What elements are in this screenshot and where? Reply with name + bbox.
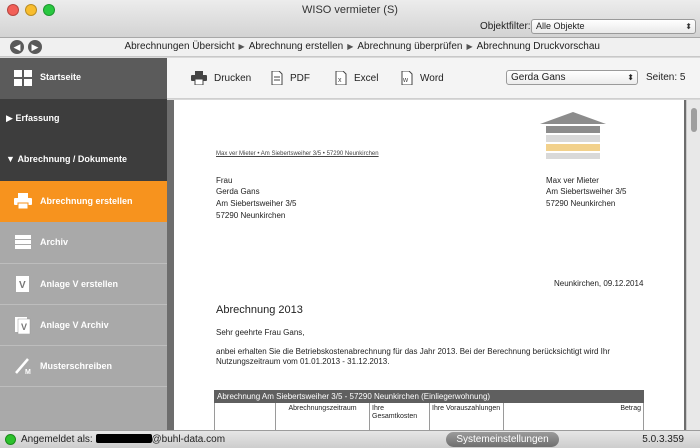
- billing-table: Abrechnung Am Siebertsweiher 3/5 - 57290…: [214, 390, 644, 430]
- recipient-select[interactable]: Gerda Gans ⬍: [506, 70, 638, 85]
- sidebar-item-label: Archiv: [40, 237, 69, 247]
- printer-icon: [191, 71, 207, 85]
- object-filter-label: Objektfilter:: [480, 21, 531, 32]
- table-column-header: Ihre Vorauszahlungen: [429, 403, 503, 430]
- breadcrumb-separator-icon: ▶: [347, 42, 354, 51]
- online-status-icon: [5, 434, 16, 445]
- excel-button[interactable]: x Excel: [335, 71, 378, 85]
- breadcrumb: Abrechnungen Übersicht ▶ Abrechnung erstel…: [124, 41, 600, 52]
- window-title: WISO vermieter (S): [302, 4, 398, 16]
- table-column-header: Betrag: [503, 403, 643, 430]
- form-archive-icon: V: [15, 317, 31, 334]
- recipient-line: 57290 Neunkirchen: [216, 211, 286, 220]
- object-filter-select[interactable]: Alle Objekte ⬍: [531, 19, 696, 34]
- recipient-line: Gerda Gans: [216, 187, 260, 196]
- breadcrumb-item[interactable]: Abrechnungen Übersicht: [124, 41, 234, 52]
- document-page: Max ver Mieter • Am Siebertsweiher 3/5 •…: [174, 100, 684, 430]
- sidebar-item-label: Anlage V Archiv: [40, 320, 109, 330]
- recipient-select-value: Gerda Gans: [511, 72, 566, 83]
- table-title: Abrechnung Am Siebertsweiher 3/5 - 57290…: [214, 390, 644, 403]
- object-filter-value: Alle Objekte: [536, 21, 585, 31]
- print-button-label: Drucken: [214, 72, 252, 84]
- forward-button[interactable]: ▶: [28, 40, 42, 54]
- salutation: Sehr geehrte Frau Gans,: [216, 328, 305, 337]
- body-text: Nutzungszeitraum vom 01.01.2013 - 31.12.…: [216, 357, 390, 366]
- sidebar-section-label: Abrechnung / Dokumente: [17, 154, 127, 164]
- breadcrumb-separator-icon: ▶: [466, 42, 473, 51]
- breadcrumb-item[interactable]: Abrechnung Druckvorschau: [477, 41, 600, 52]
- triangle-right-icon: ▶: [6, 113, 13, 123]
- table-header-row: Abrechnungszeitraum Ihre Gesamtkosten Ih…: [214, 403, 644, 430]
- svg-text:V: V: [21, 322, 27, 332]
- sidebar-item-anlage-v-erstellen[interactable]: V Anlage V erstellen: [0, 263, 167, 304]
- sidebar-section-abrechnung[interactable]: ▼ Abrechnung / Dokumente: [6, 154, 127, 164]
- printer-icon: [14, 193, 32, 210]
- sidebar-section-erfassung[interactable]: ▶ Erfassung: [6, 113, 59, 124]
- scrollbar-thumb[interactable]: [691, 108, 697, 132]
- sidebar-section-label: Erfassung: [15, 113, 60, 123]
- document-excel-icon: x: [335, 71, 347, 85]
- page-count-label: Seiten: 5: [646, 72, 686, 83]
- document-preview[interactable]: Max ver Mieter • Am Siebertsweiher 3/5 •…: [167, 100, 700, 430]
- pdf-button[interactable]: PDF: [271, 71, 310, 85]
- sidebar-item-startseite[interactable]: Startseite: [0, 58, 167, 99]
- document-word-icon: w: [401, 71, 413, 85]
- sidebar-divider: [0, 386, 167, 387]
- svg-text:x: x: [338, 77, 342, 84]
- dropdown-arrows-icon: ⬍: [685, 22, 692, 31]
- breadcrumb-bar: ◀ ▶ Abrechnungen Übersicht ▶ Abrechnung er…: [0, 38, 700, 57]
- sidebar-item-label: Startseite: [40, 72, 82, 82]
- back-button[interactable]: ◀: [10, 40, 24, 54]
- redacted-email-block: [95, 434, 152, 443]
- pen-icon: M: [15, 358, 31, 375]
- table-column-header: Ihre Gesamtkosten: [369, 403, 429, 430]
- login-email-suffix: @buhl-data.com: [151, 434, 226, 445]
- document-pdf-icon: [271, 71, 283, 85]
- sidebar-item-label: Anlage V erstellen: [40, 279, 119, 289]
- sidebar-item-abrechnung-erstellen[interactable]: Abrechnung erstellen: [0, 181, 167, 222]
- triangle-down-icon: ▼: [6, 154, 15, 164]
- sidebar-item-label: Abrechnung erstellen: [40, 196, 133, 206]
- version-label: 5.0.3.359: [642, 434, 684, 445]
- recipient-line: Frau: [216, 176, 233, 185]
- login-status: Angemeldet als: @buhl-data.com: [21, 434, 225, 445]
- toolbar: Drucken PDF x Excel w Word Gerda Gans ⬍ …: [167, 58, 700, 99]
- sender-return-line: Max ver Mieter • Am Siebertsweiher 3/5 •…: [216, 151, 379, 157]
- body-text: anbei erhalten Sie die Betriebskostenabr…: [216, 347, 611, 356]
- form-icon: V: [16, 276, 29, 292]
- table-column-header: Abrechnungszeitraum: [275, 403, 369, 430]
- vertical-scrollbar[interactable]: [686, 100, 700, 430]
- recipient-line: Am Siebertsweiher 3/5: [216, 199, 297, 208]
- document-date: Neunkirchen, 09.12.2014: [554, 279, 644, 288]
- sender-line: Am Siebertsweiher 3/5: [546, 187, 627, 196]
- svg-text:V: V: [19, 280, 26, 291]
- house-logo-icon: [540, 112, 606, 159]
- sender-line: 57290 Neunkirchen: [546, 199, 616, 208]
- document-title: Abrechnung 2013: [216, 304, 303, 316]
- status-bar: Angemeldet als: @buhl-data.com Systemein…: [0, 430, 700, 448]
- sidebar: Startseite ▶ Erfassung ▼ Abrechnung / Do…: [0, 58, 167, 430]
- breadcrumb-item[interactable]: Abrechnung erstellen: [249, 41, 344, 52]
- excel-button-label: Excel: [354, 72, 379, 84]
- pdf-button-label: PDF: [290, 72, 310, 84]
- sidebar-sections: ▶ Erfassung ▼ Abrechnung / Dokumente: [0, 99, 167, 181]
- sidebar-item-archiv[interactable]: Archiv: [0, 222, 167, 263]
- sidebar-item-musterschreiben[interactable]: M Musterschreiben: [0, 345, 167, 386]
- window-titlebar: WISO vermieter (S) Objektfilter: Alle Ob…: [0, 0, 700, 38]
- sidebar-item-anlage-v-archiv[interactable]: V Anlage V Archiv: [0, 304, 167, 345]
- svg-text:w: w: [402, 77, 409, 84]
- login-prefix: Angemeldet als:: [21, 434, 93, 445]
- print-button[interactable]: Drucken: [191, 71, 251, 85]
- sidebar-item-label: Musterschreiben: [40, 361, 113, 371]
- svg-text:M: M: [25, 369, 31, 375]
- system-settings-button[interactable]: Systemeinstellungen: [446, 432, 559, 447]
- breadcrumb-item[interactable]: Abrechnung überprüfen: [357, 41, 462, 52]
- word-button[interactable]: w Word: [401, 71, 444, 85]
- archive-icon: [15, 235, 31, 249]
- dropdown-arrows-icon: ⬍: [627, 73, 634, 82]
- grid-icon: [14, 70, 32, 86]
- word-button-label: Word: [420, 72, 444, 84]
- sender-line: Max ver Mieter: [546, 176, 599, 185]
- breadcrumb-separator-icon: ▶: [238, 42, 245, 51]
